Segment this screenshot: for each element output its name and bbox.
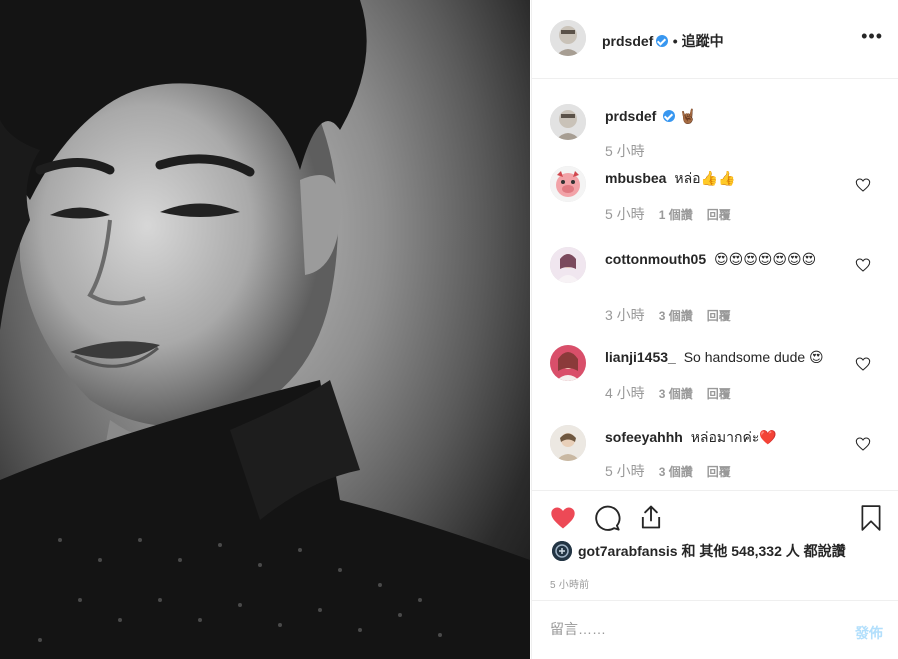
more-icon[interactable]: ••• [861,27,883,45]
commenter-avatar[interactable] [550,247,586,283]
portrait-illustration [0,0,530,659]
caption-text: prdsdef 🤘🏾 [605,107,845,125]
comment-likes[interactable]: 3 個讚 [659,465,693,479]
comment-meta: 3 小時 3 個讚 回覆 [605,305,731,325]
comment-likes[interactable]: 1 個讚 [659,208,693,222]
owner-username[interactable]: prdsdef [602,33,653,49]
comment-text: cottonmouth05 😍😍😍😍😍😍😍 [605,250,845,268]
comment-icon[interactable] [593,504,621,532]
caption-avatar[interactable] [550,104,586,140]
caption-username[interactable]: prdsdef [605,108,656,124]
comment-time[interactable]: 5 小時 [605,463,645,479]
comment-input[interactable] [550,621,830,637]
reply-button[interactable]: 回覆 [707,208,731,222]
post-photo[interactable] [0,0,530,659]
reply-button[interactable]: 回覆 [707,309,731,323]
post-actions: got7arabfansis 和 其他 548,332 人 都說讚 5 小時前 [532,490,898,600]
heart-outline-icon[interactable] [855,177,871,193]
heart-outline-icon[interactable] [855,257,871,273]
post-time[interactable]: 5 小時前 [550,576,589,591]
comment-username[interactable]: lianji1453_ [605,349,676,365]
post-comment-button[interactable]: 發佈 [855,623,883,643]
comment-likes[interactable]: 3 個讚 [659,387,693,401]
bookmark-icon[interactable] [858,504,884,532]
comment-text: mbusbea หล่อ👍👍 [605,169,845,187]
comment-body: หล่อ👍👍 [674,170,736,186]
comment-body: 😍😍😍😍😍😍😍 [714,251,817,267]
commenter-avatar[interactable] [550,166,586,202]
share-icon[interactable] [637,503,665,531]
liker-avatar[interactable] [552,541,572,561]
comment-meta: 4 小時 3 個讚 回覆 [605,383,731,403]
comment-time[interactable]: 5 小時 [605,206,645,222]
verified-badge-icon [656,35,669,47]
comment-username[interactable]: cottonmouth05 [605,251,706,267]
heart-outline-icon[interactable] [855,356,871,372]
comment-username[interactable]: sofeeyahhh [605,429,683,445]
comment-username[interactable]: mbusbea [605,170,666,186]
comment-body: So handsome dude 😍 [683,349,824,365]
verified-badge-icon [663,110,676,122]
heart-outline-icon[interactable] [855,436,871,452]
follow-status[interactable]: • 追蹤中 [673,33,724,49]
comment-composer: 發佈 [532,600,898,659]
post-sidebar: prdsdef • 追蹤中 ••• prdsdef 🤘🏾 5 小時 mbusbe… [531,0,898,659]
reply-button[interactable]: 回覆 [707,465,731,479]
comment-body: หล่อมากค่ะ❤️ [690,429,777,445]
likes-summary: got7arabfansis 和 其他 548,332 人 都說讚 [552,541,846,561]
caption-time[interactable]: 5 小時 [605,143,645,159]
liker-username[interactable]: got7arabfansis [578,543,678,559]
caption-meta: 5 小時 [605,141,645,161]
comments-list: prdsdef 🤘🏾 5 小時 mbusbea หล่อ👍👍 5 小時 1 個讚回… [532,80,898,489]
post-header: prdsdef • 追蹤中 ••• [532,0,898,79]
comment-text: sofeeyahhh หล่อมากค่ะ❤️ [605,428,845,446]
comment-meta: 5 小時 1 個讚 回覆 [605,204,731,224]
comment-meta: 5 小時 3 個讚 回覆 [605,461,731,481]
commenter-avatar[interactable] [550,425,586,461]
likes-count-text[interactable]: 和 其他 548,332 人 都說讚 [681,543,845,559]
comment-time[interactable]: 3 小時 [605,307,645,323]
commenter-avatar[interactable] [550,345,586,381]
heart-filled-icon[interactable] [549,504,577,532]
reply-button[interactable]: 回覆 [707,387,731,401]
caption-body: 🤘🏾 [679,108,697,124]
comment-likes[interactable]: 3 個讚 [659,309,693,323]
owner-avatar[interactable] [550,20,586,56]
comment-time[interactable]: 4 小時 [605,385,645,401]
comment-text: lianji1453_ So handsome dude 😍 [605,348,845,366]
